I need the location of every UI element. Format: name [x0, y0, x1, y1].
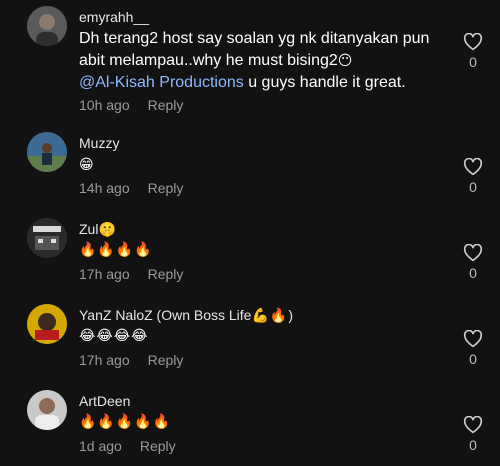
heart-icon [463, 330, 483, 348]
heart-icon [463, 33, 483, 51]
comment-time: 17h ago [79, 352, 130, 368]
comment-meta: 1d ago Reply [79, 438, 176, 454]
avatar[interactable] [27, 132, 67, 172]
like-button[interactable]: 0 [460, 330, 486, 367]
comment-time: 17h ago [79, 266, 130, 282]
emoji: 🔥🔥🔥🔥 [79, 242, 153, 258]
emoji: 🤫 [98, 222, 117, 238]
reply-button[interactable]: Reply [148, 180, 184, 196]
like-button[interactable]: 0 [460, 33, 486, 70]
comment-meta: 10h ago Reply [79, 97, 183, 113]
comment-text-line: abit melampau..why he must bising2😶 [79, 50, 449, 72]
emoji: 😶 [337, 53, 354, 69]
like-count: 0 [469, 179, 477, 195]
emoji: 💪🔥 [251, 308, 289, 324]
comment-username[interactable]: ArtDeen [79, 393, 130, 409]
username-text: Zul [79, 221, 99, 237]
comment-text: 😁 [79, 154, 449, 176]
like-count: 0 [469, 437, 477, 453]
heart-icon [463, 416, 483, 434]
username-text: YanZ NaloZ (Own Boss Life [79, 307, 252, 323]
comment-meta: 17h ago Reply [79, 266, 183, 282]
reply-button[interactable]: Reply [148, 352, 184, 368]
like-count: 0 [469, 265, 477, 281]
mention-link[interactable]: @Al-Kisah Productions [79, 74, 244, 91]
reply-button[interactable]: Reply [140, 438, 176, 454]
comment-text-line: Dh terang2 host say soalan yg nk ditanya… [79, 30, 430, 47]
emoji: 🔥🔥🔥🔥🔥 [79, 414, 172, 430]
avatar[interactable] [27, 6, 67, 46]
comment-username[interactable]: Zul🤫 [79, 221, 117, 238]
username-text: ) [288, 307, 294, 323]
like-button[interactable]: 0 [460, 244, 486, 281]
reply-button[interactable]: Reply [148, 97, 184, 113]
emoji: 😁 [79, 157, 95, 173]
like-count: 0 [469, 54, 477, 70]
comment-text: 🔥🔥🔥🔥 [79, 239, 449, 261]
comment-username[interactable]: YanZ NaloZ (Own Boss Life💪🔥) [79, 307, 293, 324]
like-count: 0 [469, 351, 477, 367]
heart-icon [463, 244, 483, 262]
comment-meta: 14h ago Reply [79, 180, 183, 196]
avatar[interactable] [27, 390, 67, 430]
avatar[interactable] [27, 218, 67, 258]
comment-username[interactable]: emyrahh__ [79, 9, 149, 25]
comment-text-line: @Al-Kisah Productions u guys handle it g… [79, 72, 449, 94]
comment-time: 14h ago [79, 180, 130, 196]
reply-button[interactable]: Reply [148, 266, 184, 282]
heart-icon [463, 158, 483, 176]
like-button[interactable]: 0 [460, 416, 486, 453]
avatar[interactable] [27, 304, 67, 344]
comment-text: Dh terang2 host say soalan yg nk ditanya… [79, 28, 449, 94]
comment-text: 🔥🔥🔥🔥🔥 [79, 411, 449, 433]
emoji: 😂😂😂😂 [79, 328, 149, 344]
comment-text-part: abit melampau..why he must bising2 [79, 52, 338, 69]
comment-text: 😂😂😂😂 [79, 325, 449, 347]
comment-username[interactable]: Muzzy [79, 135, 119, 151]
like-button[interactable]: 0 [460, 158, 486, 195]
comment-text-part: u guys handle it great. [243, 74, 406, 91]
comment-meta: 17h ago Reply [79, 352, 183, 368]
comment-time: 10h ago [79, 97, 130, 113]
comment-time: 1d ago [79, 438, 122, 454]
